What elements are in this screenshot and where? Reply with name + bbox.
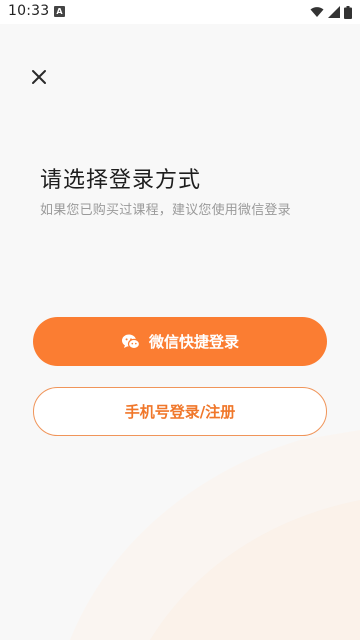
login-screen: 10:33 A 请选择登录方式 如果您已购买过课程，建议您使用微信登录 微信快捷… [0,0,360,640]
page-subtitle: 如果您已购买过课程，建议您使用微信登录 [40,203,291,218]
status-bar: 10:33 A [0,0,360,24]
wechat-login-button[interactable]: 微信快捷登录 [33,317,327,366]
signal-icon [328,6,340,18]
phone-login-button[interactable]: 手机号登录/注册 [33,387,327,436]
app-notification-icon: A [54,6,65,17]
status-icons [310,5,352,19]
page-title: 请选择登录方式 [40,168,202,193]
close-button[interactable] [26,64,52,90]
status-time: 10:33 [8,3,50,19]
wechat-login-label: 微信快捷登录 [148,333,239,351]
wechat-icon [121,334,141,349]
wifi-icon [310,7,324,17]
close-icon [32,70,46,84]
phone-login-label: 手机号登录/注册 [124,403,236,421]
battery-icon [344,5,352,19]
